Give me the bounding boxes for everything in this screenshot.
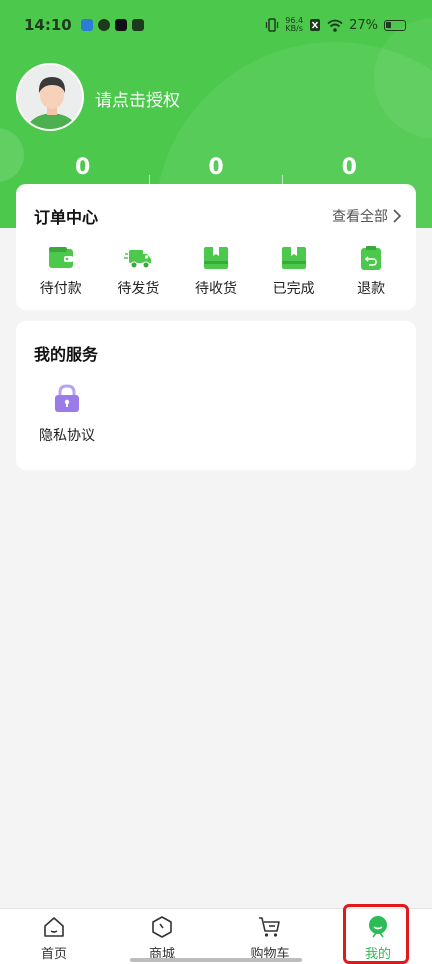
box-icon (203, 247, 228, 269)
avatar[interactable] (16, 63, 84, 131)
order-center-card: 订单中心 查看全部 待付款 待发货 待收货 已完成 退款 (16, 184, 416, 310)
sim-icon (310, 19, 321, 31)
chevron-right-icon (393, 209, 402, 223)
order-refund[interactable]: 退款 (336, 244, 406, 298)
home-icon (44, 917, 64, 937)
status-left: 14:10 (24, 16, 144, 34)
tab-mall[interactable]: 商城 (108, 909, 216, 964)
tab-label: 首页 (40, 947, 67, 962)
mall-icon (152, 916, 172, 938)
order-pending-payment[interactable]: 待付款 (26, 244, 96, 298)
tab-cart[interactable]: 购物车 (216, 909, 324, 964)
order-completed[interactable]: 已完成 (259, 244, 329, 298)
notification-leaf-icon (97, 19, 110, 31)
wallet-icon (48, 247, 73, 268)
tab-home[interactable]: 首页 (0, 909, 108, 964)
order-item-label: 退款 (357, 281, 386, 297)
status-time: 14:10 (24, 16, 72, 34)
truck-icon (124, 250, 152, 269)
view-all-label: 查看全部 (332, 209, 388, 225)
battery-icon (384, 19, 406, 31)
my-services-card: 我的服务 隐私协议 (16, 321, 416, 470)
order-pending-receipt[interactable]: 待收货 (181, 244, 251, 298)
stat-1[interactable]: 0 (16, 155, 149, 185)
net-speed-unit: KB/s (285, 24, 303, 33)
service-item-label: 隐私协议 (39, 428, 95, 444)
home-indicator[interactable] (130, 958, 302, 962)
avatar-person-icon (18, 65, 82, 129)
refund-icon (361, 246, 382, 270)
privacy-policy-item[interactable]: 隐私协议 (34, 383, 100, 445)
login-prompt[interactable]: 请点击授权 (95, 86, 180, 111)
cart-icon (259, 917, 280, 937)
stat-2[interactable]: 0 (149, 155, 282, 185)
battery-percent: 27% (349, 17, 378, 33)
notification-app-icon (80, 19, 93, 31)
net-speed: 96.4 KB/s (285, 17, 303, 33)
notification-tiktok-icon (114, 19, 127, 31)
order-item-label: 已完成 (272, 281, 315, 297)
status-bar: 14:10 96.4 KB/s 27% (0, 0, 432, 50)
order-item-label: 待收货 (194, 281, 237, 297)
box-done-icon (281, 247, 306, 269)
order-item-label: 待付款 (39, 281, 82, 297)
status-right: 96.4 KB/s 27% (265, 17, 406, 33)
my-services-title: 我的服务 (34, 345, 99, 364)
profile-stats: 0 0 0 (16, 155, 416, 185)
order-status-list: 待付款 待发货 待收货 已完成 退款 (16, 244, 416, 298)
view-all-orders-link[interactable]: 查看全部 (332, 206, 402, 226)
notification-wechat-icon (131, 19, 144, 31)
lock-icon (55, 384, 79, 412)
wifi-icon (327, 19, 343, 32)
active-tab-highlight (343, 904, 409, 964)
vibrate-icon (266, 18, 279, 32)
order-center-title: 订单中心 (34, 208, 99, 227)
stat-3[interactable]: 0 (283, 155, 416, 185)
order-pending-shipment[interactable]: 待发货 (103, 244, 173, 298)
order-item-label: 待发货 (117, 281, 160, 297)
